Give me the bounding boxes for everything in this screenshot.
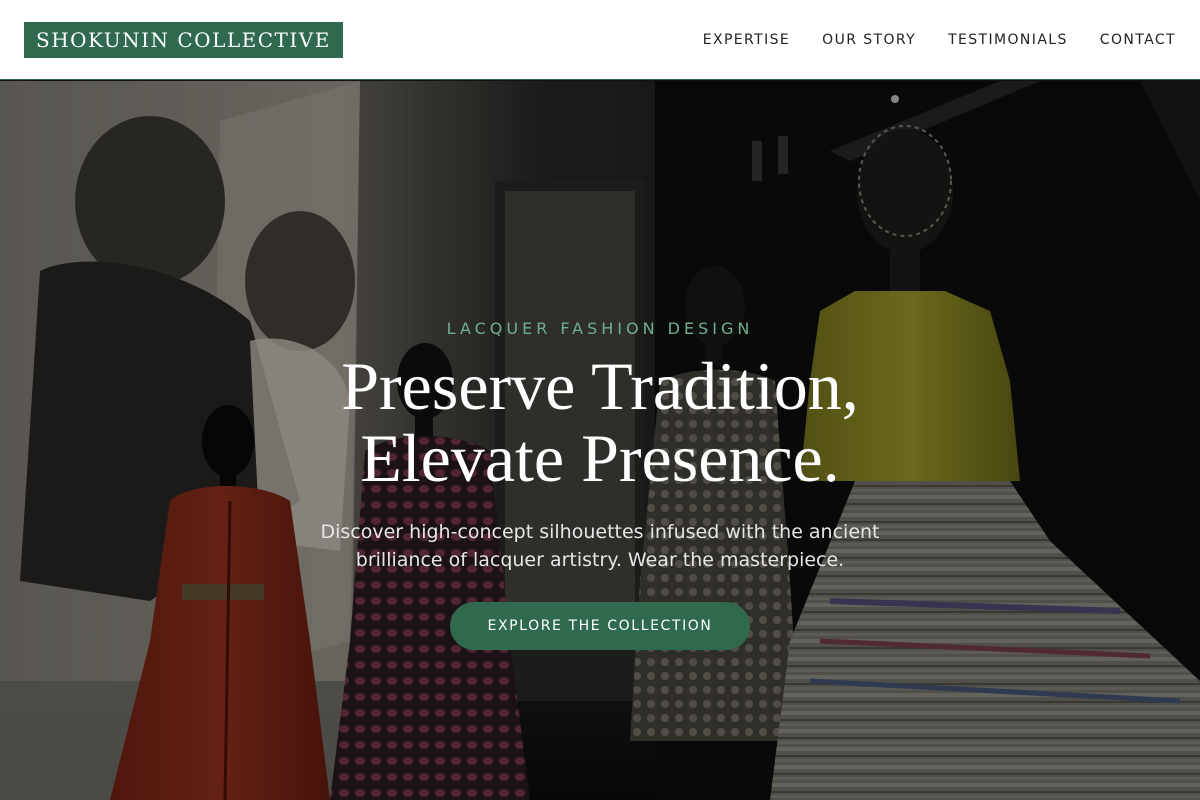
site-header: SHOKUNIN COLLECTIVE EXPERTISE OUR STORY … [0, 0, 1200, 80]
nav-expertise[interactable]: EXPERTISE [703, 32, 790, 48]
hero-headline-line-1: Preserve Tradition, [341, 348, 859, 424]
hero-content: LACQUER FASHION DESIGN Preserve Traditio… [0, 81, 1200, 800]
nav-contact[interactable]: CONTACT [1100, 32, 1176, 48]
hero-headline-line-2: Elevate Presence. [360, 420, 840, 496]
explore-collection-button[interactable]: EXPLORE THE COLLECTION [450, 602, 750, 650]
hero-subtext: Discover high-concept silhouettes infuse… [320, 521, 880, 571]
hero-eyebrow: LACQUER FASHION DESIGN [446, 319, 754, 338]
nav-our-story[interactable]: OUR STORY [822, 32, 916, 48]
brand-logo[interactable]: SHOKUNIN COLLECTIVE [24, 21, 343, 58]
hero-headline: Preserve Tradition, Elevate Presence. [341, 350, 859, 494]
main-nav: EXPERTISE OUR STORY TESTIMONIALS CONTACT [703, 32, 1176, 48]
hero-section: LACQUER FASHION DESIGN Preserve Traditio… [0, 81, 1200, 800]
nav-testimonials[interactable]: TESTIMONIALS [948, 32, 1068, 48]
